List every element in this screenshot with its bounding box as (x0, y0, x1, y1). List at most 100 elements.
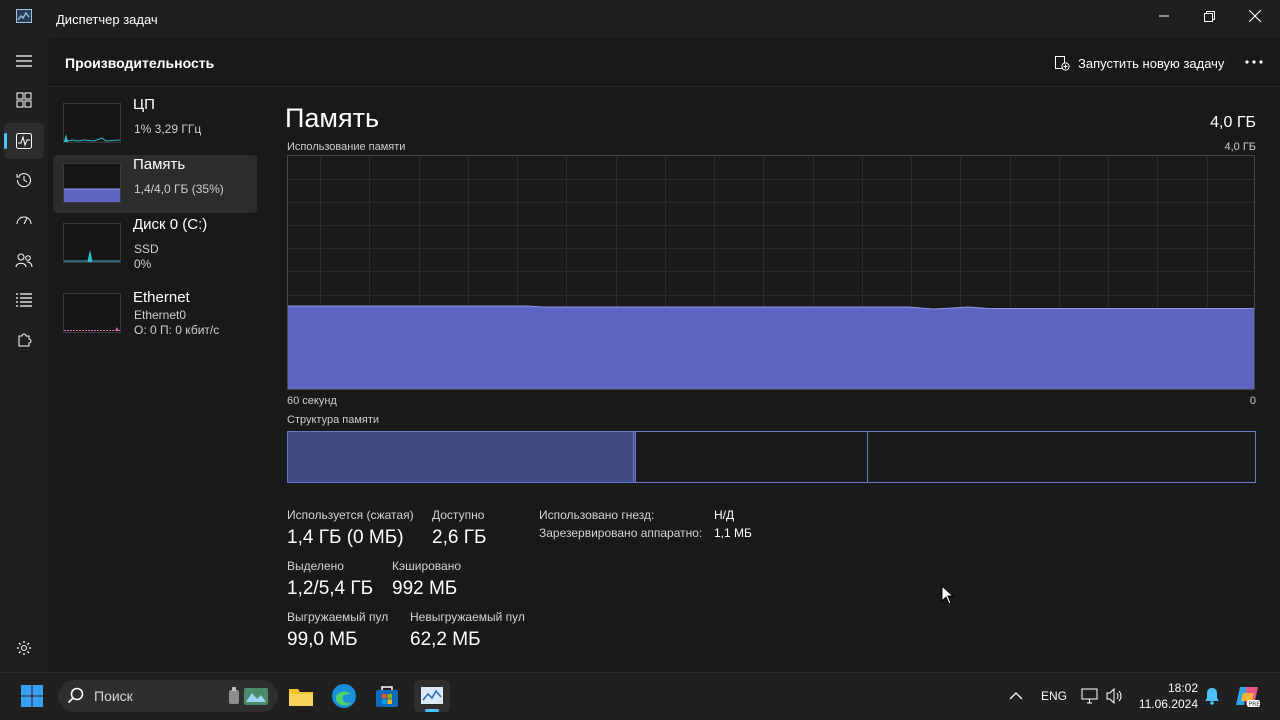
ethernet-thumbnail-graph (63, 293, 121, 333)
device-detail-2: 0% (134, 257, 152, 271)
nav-users[interactable] (4, 242, 44, 278)
clock-time[interactable]: 18:02 (1150, 681, 1198, 695)
speedometer-icon (16, 216, 32, 225)
device-detail: SSD (134, 242, 159, 256)
new-task-icon (1055, 56, 1070, 71)
microsoft-store-icon (376, 686, 398, 707)
memory-total: 4,0 ГБ (1210, 114, 1256, 131)
graph-time-start: 60 секунд (287, 395, 337, 407)
notifications-button[interactable] (1196, 680, 1228, 712)
search-icon (67, 687, 84, 704)
resource-title: Память (285, 103, 380, 133)
nav-startup-apps[interactable] (4, 202, 44, 238)
device-name: Память (133, 156, 186, 173)
menu-icon (16, 55, 32, 67)
device-name: Диск 0 (C:) (133, 216, 208, 233)
copilot-icon: PRE (1236, 687, 1261, 708)
device-disk[interactable]: Диск 0 (C:) SSD 0% (53, 215, 257, 273)
taskbar-microsoft-store[interactable] (369, 680, 405, 712)
history-icon (16, 173, 31, 188)
task-manager-icon (16, 9, 32, 23)
edge-icon (332, 684, 356, 708)
show-hidden-icons-button[interactable] (998, 680, 1034, 712)
maximize-button[interactable] (1186, 0, 1232, 32)
task-manager-icon (421, 687, 443, 704)
more-icon (1245, 60, 1263, 64)
nav-settings[interactable] (4, 630, 44, 666)
device-detail: 1,4/4,0 ГБ (35%) (134, 182, 224, 196)
cached-label: Кэшировано (392, 559, 462, 573)
taskbar-edge[interactable] (326, 680, 362, 712)
mouse-cursor-icon (941, 585, 955, 605)
minimize-button[interactable] (1141, 0, 1187, 32)
bell-icon (1205, 688, 1219, 705)
device-detail-2: О: 0 П: 0 кбит/с (134, 323, 220, 337)
paged-pool-value: 99,0 МБ (287, 629, 358, 650)
search-placeholder: Поиск (94, 688, 133, 704)
memory-structure-bar (287, 431, 1256, 483)
input-language[interactable]: ENG (1041, 689, 1067, 703)
title-bar (0, 0, 1280, 38)
maximize-icon (1203, 10, 1215, 22)
device-name: Ethernet (133, 289, 190, 306)
hamburger-menu-button[interactable] (4, 43, 44, 79)
clock-date[interactable]: 11.06.2024 (1132, 697, 1198, 711)
start-button[interactable] (14, 680, 50, 712)
paged-pool-label: Выгружаемый пул (287, 610, 389, 624)
active-nav-indicator (4, 133, 7, 149)
close-icon (1249, 10, 1261, 22)
device-memory[interactable]: Память 1,4/4,0 ГБ (35%) (53, 155, 257, 213)
nav-processes[interactable] (4, 82, 44, 118)
disk-thumbnail-graph (63, 223, 121, 263)
taskbar-file-explorer[interactable] (283, 680, 319, 712)
puzzle-icon (18, 333, 32, 347)
speaker-icon (1106, 688, 1122, 704)
device-detail: Ethernet0 (134, 308, 187, 322)
hardware-reserved-label: Зарезервировано аппаратно: (539, 526, 703, 540)
slots-used-value: Н/Д (714, 508, 735, 522)
copilot-button[interactable]: PRE (1230, 680, 1264, 712)
minimize-icon (1159, 15, 1169, 17)
volume-button[interactable] (1099, 680, 1131, 712)
nav-app-history[interactable] (4, 162, 44, 198)
committed-value: 1,2/5,4 ГБ (287, 578, 374, 599)
processes-icon (16, 92, 32, 108)
memory-thumbnail-graph (63, 163, 121, 203)
run-new-task-button[interactable]: Запустить новую задачу (1054, 53, 1224, 73)
performance-icon (16, 133, 32, 149)
available-label: Доступно (432, 508, 485, 522)
cpu-thumbnail-graph (63, 103, 121, 143)
close-button[interactable] (1232, 0, 1278, 32)
more-options-button[interactable] (1240, 52, 1268, 72)
in-use-value: 1,4 ГБ (0 МБ) (287, 527, 404, 548)
header-divider (48, 86, 1280, 87)
graph-time-end: 0 (1249, 395, 1256, 407)
device-cpu[interactable]: ЦП 1% 3,29 ГГц (53, 95, 257, 153)
usage-graph-max: 4,0 ГБ (1224, 141, 1256, 153)
in-use-label: Используется (сжатая) (287, 508, 414, 522)
windows-start-icon (21, 685, 43, 707)
device-name: ЦП (133, 96, 155, 113)
available-value: 2,6 ГБ (432, 527, 487, 548)
users-icon (15, 253, 33, 268)
device-ethernet[interactable]: Ethernet Ethernet0 О: 0 П: 0 кбит/с (53, 281, 257, 339)
structure-label: Структура памяти (287, 414, 380, 426)
usage-graph-label: Использование памяти (287, 141, 406, 153)
committed-label: Выделено (287, 559, 344, 573)
slots-used-label: Использовано гнезд: (539, 508, 655, 522)
cached-value: 992 МБ (392, 578, 458, 599)
device-detail: 1% 3,29 ГГц (134, 122, 202, 136)
nonpaged-pool-label: Невыгружаемый пул (410, 610, 525, 624)
memory-usage-graph (287, 155, 1255, 390)
run-new-task-label: Запустить новую задачу (1078, 55, 1225, 71)
nav-services[interactable] (4, 322, 44, 358)
file-explorer-icon (289, 689, 313, 706)
nav-details[interactable] (4, 282, 44, 318)
page-title: Производительность (65, 55, 215, 71)
gear-icon (17, 641, 31, 655)
search-highlight-icon (229, 687, 268, 705)
taskbar-task-manager[interactable] (414, 680, 450, 712)
nav-performance[interactable] (4, 123, 44, 159)
svg-text:PRE: PRE (1249, 701, 1261, 708)
nonpaged-pool-value: 62,2 МБ (410, 629, 481, 650)
